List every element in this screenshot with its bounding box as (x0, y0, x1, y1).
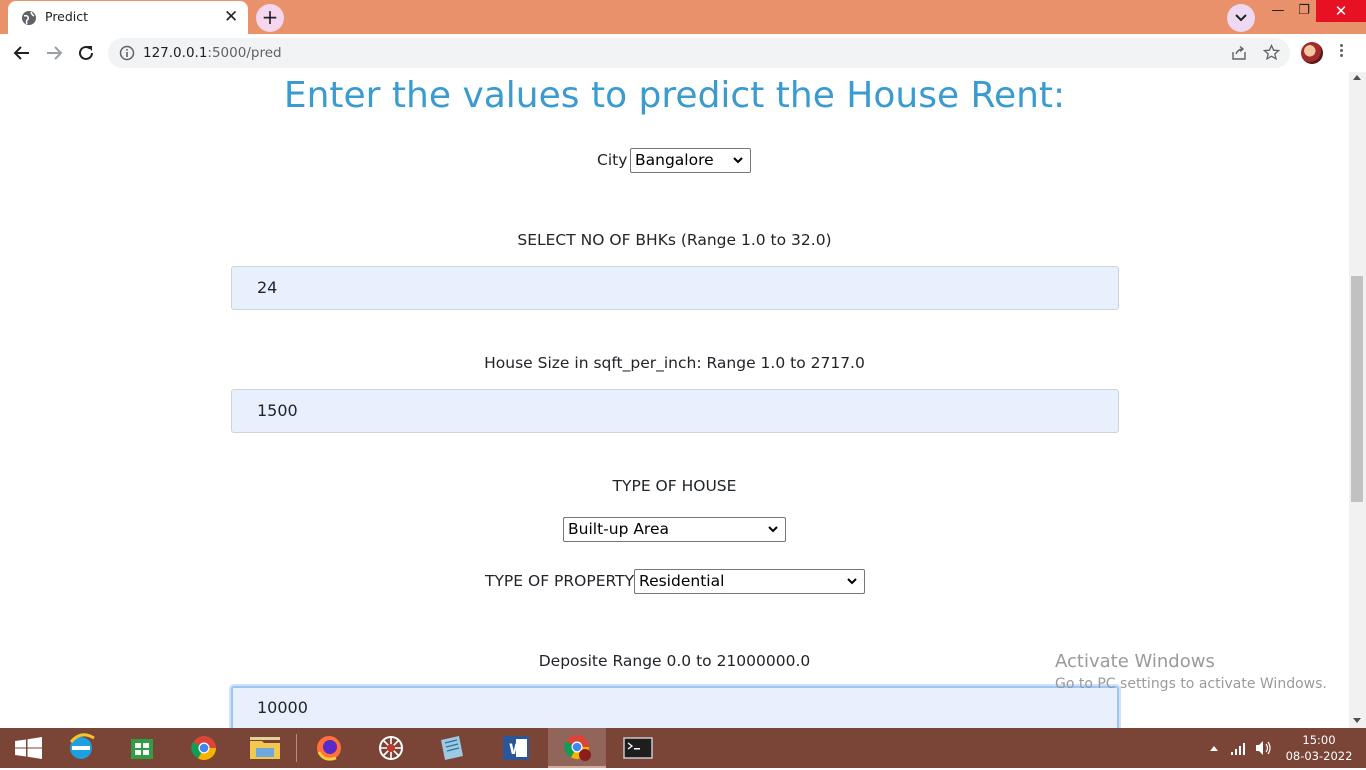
url-text: 127.0.0.1:5000/pred (143, 45, 282, 61)
start-icon[interactable] (0, 728, 58, 768)
svg-text:W: W (509, 742, 524, 758)
window-restore-button[interactable]: ❐ (1292, 0, 1316, 22)
volume-icon[interactable] (1253, 728, 1273, 768)
tab-title: Predict (45, 9, 89, 24)
share-icon[interactable] (1231, 45, 1247, 61)
forward-arrow-icon[interactable] (43, 42, 65, 64)
internet-explorer-icon[interactable] (52, 728, 110, 768)
house-size-label: House Size in sqft_per_inch: Range 1.0 t… (484, 354, 865, 372)
reload-icon[interactable] (75, 42, 97, 64)
page-heading: Enter the values to predict the House Re… (283, 75, 1066, 116)
house-type-label: TYPE OF HOUSE (612, 477, 737, 495)
notepad-icon[interactable] (423, 728, 481, 768)
city-select[interactable]: Bangalore (630, 148, 751, 173)
window-minimize-button[interactable]: — (1265, 0, 1291, 22)
city-selected-value: Bangalore (635, 151, 714, 169)
word-icon[interactable]: W (486, 728, 544, 768)
activate-windows-title: Activate Windows (1055, 651, 1215, 672)
spider-app-icon[interactable] (362, 728, 420, 768)
tray-overflow-chevron-icon[interactable] (1207, 728, 1221, 768)
activate-windows-subtitle: Go to PC settings to activate Windows. (1055, 676, 1327, 692)
tab-close-icon[interactable]: ✕ (224, 8, 238, 26)
bhk-label: SELECT NO OF BHKs (Range 1.0 to 32.0) (517, 231, 832, 249)
firefox-icon[interactable] (300, 728, 358, 768)
house-size-input[interactable]: 1500 (231, 389, 1119, 433)
page-viewport: Enter the values to predict the House Re… (0, 72, 1349, 728)
chevron-down-icon (768, 526, 778, 533)
file-explorer-icon[interactable] (236, 728, 294, 768)
menu-kebab-icon[interactable] (1338, 42, 1344, 64)
chrome-active-icon (564, 735, 591, 761)
chevron-down-icon (1235, 14, 1247, 22)
clock-time: 15:00 (1302, 733, 1336, 747)
network-signal-icon[interactable] (1229, 728, 1249, 768)
scroll-up-arrow-icon[interactable] (1353, 75, 1361, 80)
browser-titlebar: Predict ✕ + — ❐ ✕ (0, 0, 1366, 34)
chevron-down-icon (847, 578, 857, 585)
scroll-down-arrow-icon[interactable] (1353, 718, 1361, 723)
clock-date: 08-03-2022 (1285, 749, 1353, 763)
windows-taskbar: W 15:00 08-03-2022 (0, 728, 1366, 768)
taskbar-chrome-active[interactable] (548, 728, 606, 768)
terminal-icon[interactable] (609, 728, 667, 768)
globe-icon (22, 11, 36, 25)
back-arrow-icon[interactable] (11, 42, 33, 64)
profile-avatar[interactable] (1301, 42, 1323, 64)
property-type-selected-value: Residential (639, 572, 725, 590)
house-type-select[interactable]: Built-up Area (563, 517, 786, 542)
chrome-icon[interactable] (175, 728, 233, 768)
property-type-select[interactable]: Residential (634, 569, 865, 594)
house-type-selected-value: Built-up Area (568, 520, 669, 538)
url-path: :5000/pred (207, 45, 282, 61)
property-type-label: TYPE OF PROPERTY (485, 572, 635, 590)
taskbar-clock[interactable]: 15:00 08-03-2022 (1282, 732, 1356, 764)
new-tab-button[interactable]: + (256, 4, 284, 32)
address-bar[interactable]: 127.0.0.1:5000/pred (108, 38, 1290, 68)
scrollbar-thumb[interactable] (1351, 276, 1363, 502)
taskbar-separator (296, 734, 297, 762)
browser-tab-predict[interactable]: Predict ✕ (8, 1, 248, 34)
store-icon[interactable] (113, 728, 171, 768)
url-host: 127.0.0.1 (143, 45, 208, 61)
bookmark-star-icon[interactable] (1263, 44, 1280, 61)
window-close-button[interactable]: ✕ (1316, 0, 1366, 22)
deposit-input[interactable]: 10000 (231, 686, 1119, 728)
bhk-input[interactable]: 24 (231, 266, 1119, 310)
city-label: City (597, 151, 628, 169)
browser-toolbar: 127.0.0.1:5000/pred (0, 34, 1366, 73)
page-scrollbar[interactable] (1349, 72, 1366, 728)
tab-search-button[interactable] (1227, 4, 1255, 32)
info-icon[interactable] (119, 45, 135, 61)
chevron-down-icon (733, 157, 743, 164)
